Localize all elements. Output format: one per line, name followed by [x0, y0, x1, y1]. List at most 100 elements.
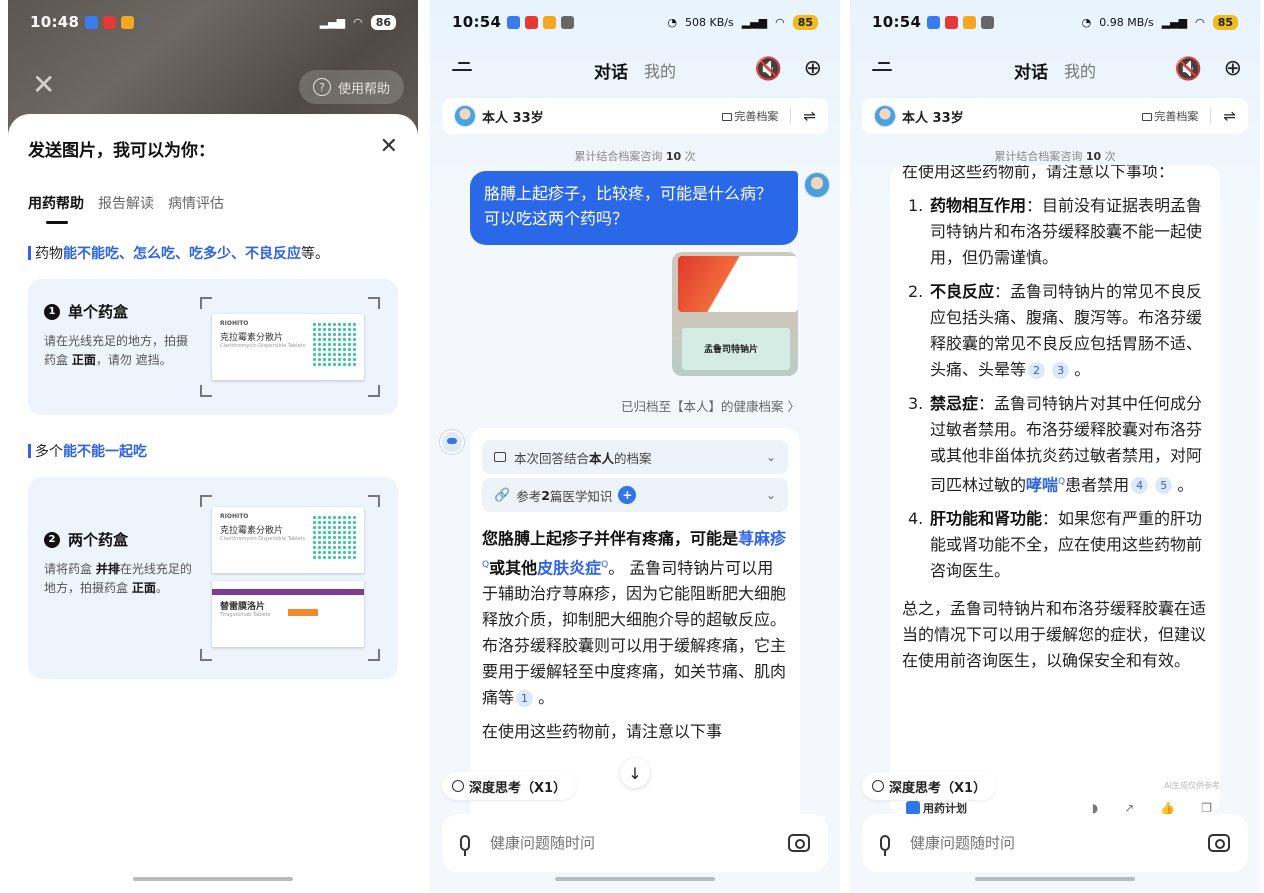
app-notification-icon — [525, 15, 539, 29]
deep-think-toggle[interactable]: 深度思考（X1） — [862, 772, 997, 800]
status-right: ▂▄▆ ◠ 86 — [320, 14, 396, 30]
term-link-dermatitis[interactable]: 皮肤炎症 — [537, 558, 601, 577]
new-chat-icon[interactable]: ⊕ — [1224, 56, 1242, 81]
home-indicator[interactable] — [975, 877, 1135, 881]
item-number: 1. — [908, 196, 924, 215]
usage-help-button[interactable]: ? 使用帮助 — [298, 70, 404, 104]
term-link-urticaria[interactable]: 荨麻疹 — [738, 529, 786, 548]
example-photo-frame: RIOHITO 克拉霉素分散片 Clarithromycin Dispersib… — [200, 495, 380, 661]
divider — [790, 108, 792, 124]
profile-actions: 完善档案 ⇌ — [1142, 107, 1236, 125]
chat-input[interactable] — [490, 834, 788, 852]
chat-input[interactable] — [910, 834, 1208, 852]
app-notification-icon — [103, 15, 117, 29]
new-chat-icon[interactable]: ⊕ — [804, 56, 822, 81]
user-message-bubble[interactable]: 胳膊上起疹子，比较疼，可能是什么病？可以吃这两个药吗？ — [470, 171, 798, 245]
list-item: 2. 不良反应：孟鲁司特钠片的常见不良反应包括头痛、腹痛、腹泻等。布洛芬缓释胶囊的… — [902, 279, 1208, 383]
camera-icon[interactable] — [788, 834, 810, 852]
reference-badge[interactable]: 2 — [1028, 362, 1046, 379]
medication-plan-icon — [906, 801, 920, 815]
speaker-icon[interactable]: ◗ — [1092, 801, 1098, 815]
share-icon[interactable]: ↗ — [1124, 801, 1134, 815]
mute-voice-icon[interactable]: 🔇 — [755, 57, 782, 82]
section-prefix: 药物 — [35, 246, 63, 262]
consult-number: 10 — [1085, 150, 1102, 163]
tab-mine[interactable]: 我的 — [1064, 58, 1096, 82]
profile-bar[interactable]: 本人 33岁 完善档案 ⇌ — [862, 98, 1248, 134]
medical-knowledge-logo-icon: + — [618, 486, 637, 504]
status-right: ◔ 508 KB/s ▂▄▆ ◠ 85 — [667, 14, 818, 30]
tab-chat[interactable]: 对话 — [594, 58, 628, 83]
reference-badge[interactable]: 3 — [1052, 362, 1070, 379]
chevron-down-icon: ⌄ — [765, 450, 776, 464]
top-navigation: 对话 我的 🔇 ⊕ — [430, 52, 840, 88]
app-notification-icon — [121, 15, 135, 29]
alarm-icon: ◔ — [1081, 15, 1092, 29]
microphone-icon[interactable] — [460, 835, 470, 856]
card-title-label: 单个药盒 — [68, 303, 129, 321]
complete-archive-label: 完善档案 — [1154, 110, 1199, 123]
net-speed: 508 KB/s — [684, 15, 734, 29]
box-stripe — [288, 609, 318, 616]
tab-medication-help[interactable]: 用药帮助 — [28, 193, 84, 224]
scroll-down-arrow-icon[interactable]: ↓ — [620, 758, 650, 788]
tab-chat[interactable]: 对话 — [1014, 58, 1048, 83]
app-notification-icon — [543, 15, 557, 29]
signal-icon: ▂▄▆ — [741, 15, 768, 29]
lightbulb-icon — [452, 780, 464, 792]
menu-icon[interactable] — [452, 62, 472, 78]
complete-archive-button[interactable]: 完善档案 — [1142, 108, 1198, 124]
status-bar: 10:54 ◔ 508 KB/s ▂▄▆ ◠ 85 — [430, 0, 840, 44]
section-marker — [28, 246, 31, 260]
notification-icons — [85, 15, 153, 29]
section-suffix: 等。 — [301, 246, 329, 262]
avatar — [874, 105, 896, 127]
reference-badge[interactable]: 1 — [516, 690, 534, 708]
item-title: 肝功能和肾功能 — [930, 509, 1043, 529]
signal-icon: ▂▄▆ — [1161, 15, 1188, 29]
reference-badge[interactable]: 4 — [1131, 477, 1149, 495]
status-time: 10:54 — [452, 13, 502, 31]
archived-link[interactable]: 已归档至【本人】的健康档案 〉 — [621, 396, 800, 415]
app-notification-icon — [561, 15, 575, 29]
profile-bar[interactable]: 本人 33岁 完善档案 ⇌ — [442, 98, 828, 134]
close-camera-icon[interactable]: ✕ — [32, 68, 55, 101]
tab-report-interpretation[interactable]: 报告解读 — [98, 193, 154, 213]
battery-level: 85 — [1212, 14, 1238, 30]
answer-intro: 在使用这些药物前，请注意以下事项： — [902, 165, 1175, 181]
menu-icon[interactable] — [872, 62, 892, 78]
chat-screen-answer-scrolled: 10:54 ◔ 0.98 MB/s ▂▄▆ ◠ 85 对话 我的 🔇 ⊕ 本人 … — [850, 0, 1260, 893]
card-title-label: 两个药盒 — [68, 531, 129, 549]
home-indicator[interactable] — [133, 877, 293, 881]
uploaded-medicine-photo[interactable]: 孟鲁司特钠片 — [672, 252, 798, 376]
tab-condition-assessment[interactable]: 病情评估 — [168, 193, 224, 213]
complete-archive-button[interactable]: 完善档案 — [722, 108, 778, 124]
chat-input-bar — [442, 814, 828, 872]
status-bar: 10:48 ▂▄▆ ◠ 86 — [8, 0, 418, 44]
consult-suffix: 次 — [681, 150, 696, 163]
box-pattern — [312, 322, 358, 368]
item-number: 3. — [908, 394, 924, 413]
card-description: 请将药盒 并排在光线充足的地方，拍摄药盒 正面。 — [44, 560, 194, 598]
deep-think-toggle[interactable]: 深度思考（X1） — [442, 772, 577, 800]
thumbs-up-icon[interactable]: 👍 — [1160, 801, 1175, 815]
microphone-icon[interactable] — [880, 835, 890, 856]
camera-icon[interactable] — [1208, 834, 1230, 852]
term-link-asthma[interactable]: 哮喘 — [1026, 475, 1058, 494]
consult-number: 10 — [665, 150, 682, 163]
deep-think-label: 深度思考（X1） — [469, 780, 567, 796]
consult-count: 累计结合档案咨询 10 次 — [430, 148, 840, 164]
reference-badge[interactable]: 5 — [1155, 477, 1173, 495]
mute-voice-icon[interactable]: 🔇 — [1175, 57, 1202, 82]
section-prefix: 多个 — [35, 444, 63, 460]
switch-profile-icon[interactable]: ⇌ — [1223, 107, 1236, 125]
switch-profile-icon[interactable]: ⇌ — [803, 107, 816, 125]
item-title: 不良反应 — [930, 282, 995, 301]
archive-context-chip[interactable]: 本次回答结合 本人 的档案 ⌄ — [482, 440, 788, 474]
desc-emphasis: 正面 — [71, 353, 96, 367]
close-sheet-icon[interactable]: ✕ — [380, 134, 398, 159]
copy-icon[interactable]: ❐ — [1201, 801, 1212, 815]
tab-mine[interactable]: 我的 — [644, 58, 676, 82]
home-indicator[interactable] — [555, 877, 715, 881]
references-chip[interactable]: 🔗 参考 2 篇医学知识 + ⌄ — [482, 478, 788, 512]
